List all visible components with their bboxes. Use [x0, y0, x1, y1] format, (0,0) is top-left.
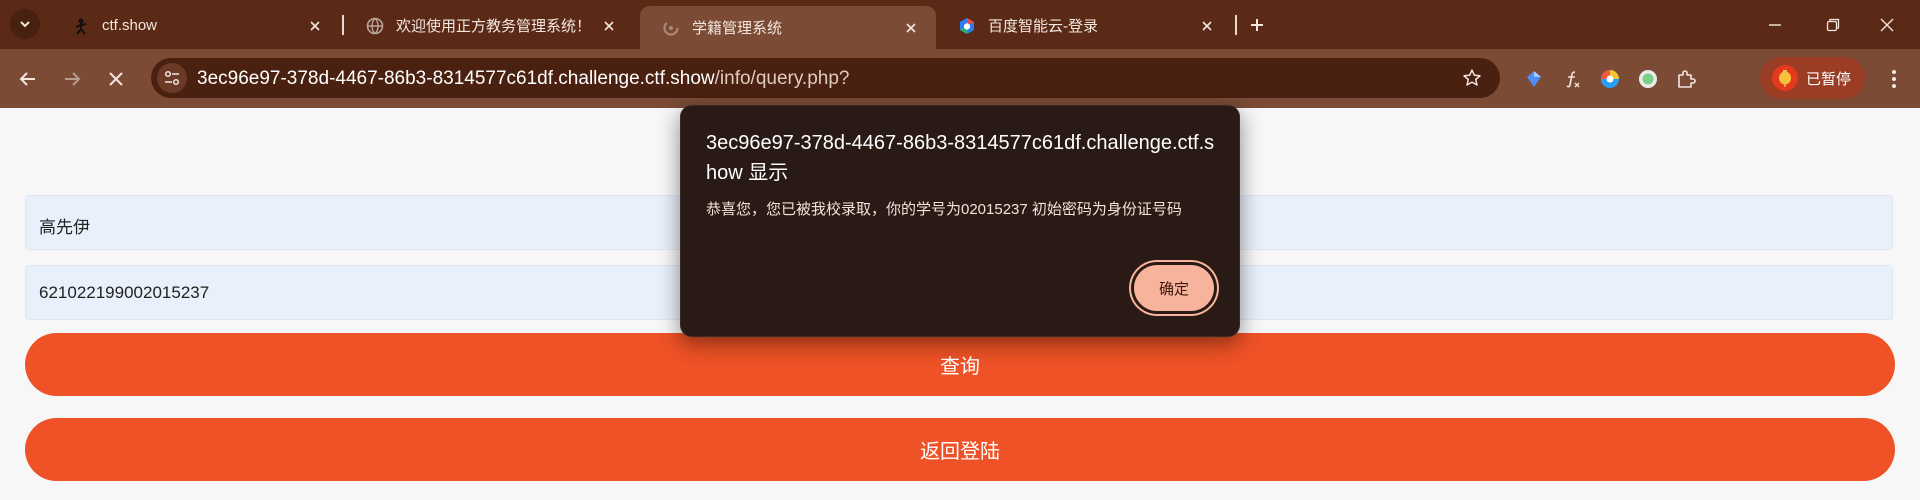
tab-title: 学籍管理系统 — [692, 20, 783, 37]
extension-green-dot-icon[interactable] — [1634, 65, 1662, 93]
more-vertical-icon — [1892, 70, 1896, 88]
extension-function-icon[interactable] — [1558, 65, 1586, 93]
forward-button[interactable] — [56, 63, 88, 95]
close-icon — [1880, 18, 1894, 32]
tab-baidu-cloud[interactable]: 百度智能云-登录 — [936, 6, 1232, 45]
restore-button[interactable] — [1818, 11, 1848, 39]
chevron-down-icon — [20, 21, 30, 28]
dialog-message: 恭喜您，您已被我校录取，你的学号为02015237 初始密码为身份证号码 — [706, 201, 1182, 218]
ok-button[interactable]: 确定 — [1134, 265, 1214, 311]
url-host: 3ec96e97-378d-4467-86b3-8314577c61df.cha… — [197, 68, 715, 89]
loading-spinner-icon — [662, 19, 680, 37]
tab-separator — [1235, 15, 1237, 35]
browser-toolbar: 3ec96e97-378d-4467-86b3-8314577c61df.cha… — [0, 49, 1920, 108]
close-icon — [109, 72, 123, 86]
stop-loading-button[interactable] — [100, 63, 132, 95]
name-field-value: 高先伊 — [39, 218, 90, 237]
tab-close-icon[interactable] — [900, 17, 922, 39]
tab-title: 百度智能云-登录 — [988, 18, 1098, 35]
url-text: 3ec96e97-378d-4467-86b3-8314577c61df.cha… — [197, 68, 849, 90]
plus-icon — [1251, 19, 1263, 31]
back-to-login-button[interactable]: 返回登陆 — [25, 418, 1895, 481]
back-button[interactable] — [12, 63, 44, 95]
query-button[interactable]: 查询 — [25, 333, 1895, 396]
tab-strip: ctf.show 欢迎使用正方教务管理系统！请 学籍管理系统 百度智能云-登录 — [0, 0, 1920, 49]
close-window-button[interactable] — [1872, 11, 1902, 39]
tab-close-icon[interactable] — [1196, 15, 1218, 37]
tab-title: 欢迎使用正方教务管理系统！请 — [396, 18, 590, 35]
arrow-left-icon — [19, 72, 35, 86]
minimize-button[interactable] — [1760, 11, 1790, 39]
minimize-icon — [1769, 24, 1781, 26]
star-icon — [1463, 69, 1481, 86]
new-tab-button[interactable] — [1244, 12, 1270, 38]
profile-paused-button[interactable]: 已暂停 — [1760, 57, 1865, 99]
baidu-cloud-icon — [958, 17, 976, 35]
tab-search-button[interactable] — [10, 9, 40, 39]
alert-dialog: 3ec96e97-378d-4467-86b3-8314577c61df.cha… — [680, 105, 1240, 337]
url-path: /info/query.php? — [714, 68, 850, 89]
tab-close-icon[interactable] — [598, 15, 620, 37]
avatar — [1772, 65, 1798, 91]
arrow-right-icon — [65, 72, 81, 86]
globe-icon — [366, 17, 384, 35]
extensions-puzzle-icon[interactable] — [1672, 65, 1700, 93]
extension-blue-gem-icon[interactable] — [1520, 65, 1548, 93]
id-number-field-value: 621022199002015237 — [39, 283, 210, 302]
tab-title: ctf.show — [102, 17, 158, 34]
ctfshow-favicon-icon — [72, 17, 90, 35]
dialog-title: 3ec96e97-378d-4467-86b3-8314577c61df.cha… — [706, 132, 1215, 184]
browser-menu-button[interactable] — [1880, 65, 1908, 93]
tab-zhengfang[interactable]: 欢迎使用正方教务管理系统！请 — [344, 6, 634, 45]
tab-ctfshow[interactable]: ctf.show — [50, 6, 340, 45]
site-info-button[interactable] — [157, 63, 187, 93]
extension-colorful-icon[interactable] — [1596, 65, 1624, 93]
restore-icon — [1826, 18, 1840, 32]
bookmark-star-button[interactable] — [1460, 66, 1484, 90]
lantern-icon — [1779, 70, 1791, 87]
tab-xueji[interactable]: 学籍管理系统 — [640, 6, 936, 49]
profile-status-label: 已暂停 — [1806, 70, 1852, 88]
address-bar[interactable]: 3ec96e97-378d-4467-86b3-8314577c61df.cha… — [151, 58, 1500, 98]
tune-icon — [164, 70, 180, 86]
tab-close-icon[interactable] — [304, 15, 326, 37]
